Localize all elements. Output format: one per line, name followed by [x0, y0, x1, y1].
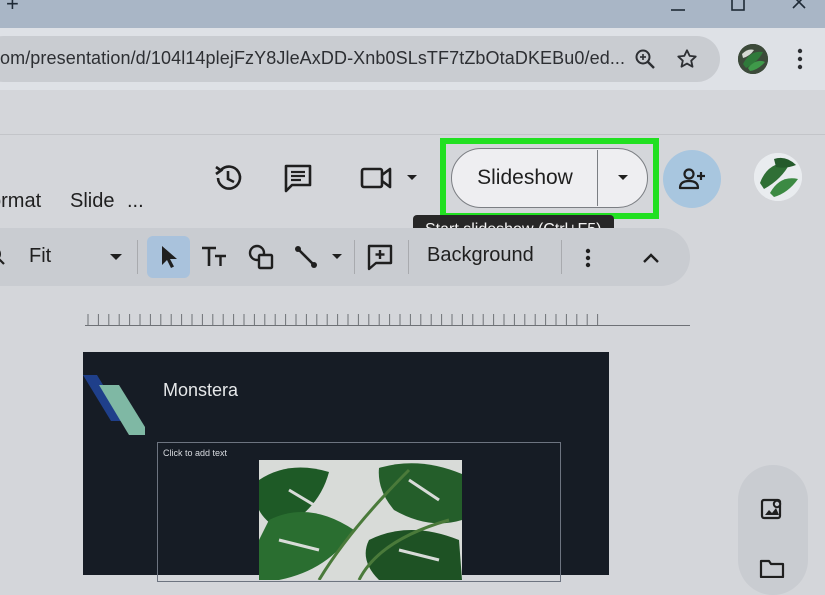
zoom-select[interactable]: Fit — [29, 245, 51, 268]
browser-profile-avatar[interactable] — [738, 44, 768, 74]
slide-placeholder-text[interactable]: Click to add text — [163, 448, 227, 458]
chevron-down-icon[interactable] — [330, 252, 344, 262]
zoom-icon[interactable] — [634, 48, 656, 70]
share-person-add-icon — [678, 168, 705, 190]
history-icon[interactable] — [210, 160, 246, 196]
maximize-icon[interactable] — [730, 0, 746, 12]
chevron-up-icon[interactable] — [640, 250, 662, 266]
slide-monstera-image[interactable] — [259, 460, 462, 580]
slideshow-dropdown-button[interactable] — [598, 148, 648, 208]
title-bar — [0, 0, 825, 28]
folder-icon[interactable] — [759, 558, 785, 578]
toolbar-divider — [408, 240, 409, 274]
menu-format[interactable]: ormat — [0, 190, 41, 213]
share-button[interactable] — [663, 150, 721, 208]
background-button[interactable]: Background — [427, 244, 534, 267]
shape-icon[interactable] — [247, 243, 275, 271]
bookmark-bar — [0, 90, 825, 135]
line-icon[interactable] — [293, 244, 319, 270]
menu-slide[interactable]: Slide — [70, 190, 114, 213]
new-tab-icon[interactable]: + — [6, 0, 28, 15]
close-icon[interactable] — [790, 0, 808, 12]
text-box-icon[interactable] — [199, 244, 229, 270]
toolbar-divider — [354, 240, 355, 274]
menu-more[interactable]: ... — [127, 190, 144, 213]
more-vert-icon[interactable] — [582, 246, 594, 270]
url-text[interactable]: om/presentation/d/104l14plejFzY8JleAxDD-… — [0, 48, 625, 69]
chevron-down-icon[interactable] — [108, 252, 124, 262]
star-icon[interactable] — [676, 48, 698, 70]
chevron-down-icon[interactable] — [404, 172, 420, 184]
user-avatar[interactable] — [754, 153, 802, 201]
search-icon[interactable] — [0, 246, 8, 266]
browser-menu-icon[interactable] — [790, 46, 810, 72]
slide-decoration[interactable] — [83, 375, 145, 435]
comment-icon[interactable] — [280, 160, 316, 196]
add-comment-icon[interactable] — [366, 243, 394, 271]
slideshow-label[interactable]: Slideshow — [452, 148, 598, 208]
ruler — [85, 312, 690, 326]
keep-icon[interactable] — [759, 497, 785, 523]
toolbar-divider — [137, 240, 138, 274]
chevron-down-icon — [618, 175, 628, 180]
select-cursor-icon[interactable] — [157, 244, 181, 270]
meet-icon[interactable] — [358, 162, 394, 194]
slide-title[interactable]: Monstera — [163, 380, 238, 401]
toolbar-divider — [561, 240, 562, 274]
minimize-icon[interactable] — [670, 2, 686, 12]
